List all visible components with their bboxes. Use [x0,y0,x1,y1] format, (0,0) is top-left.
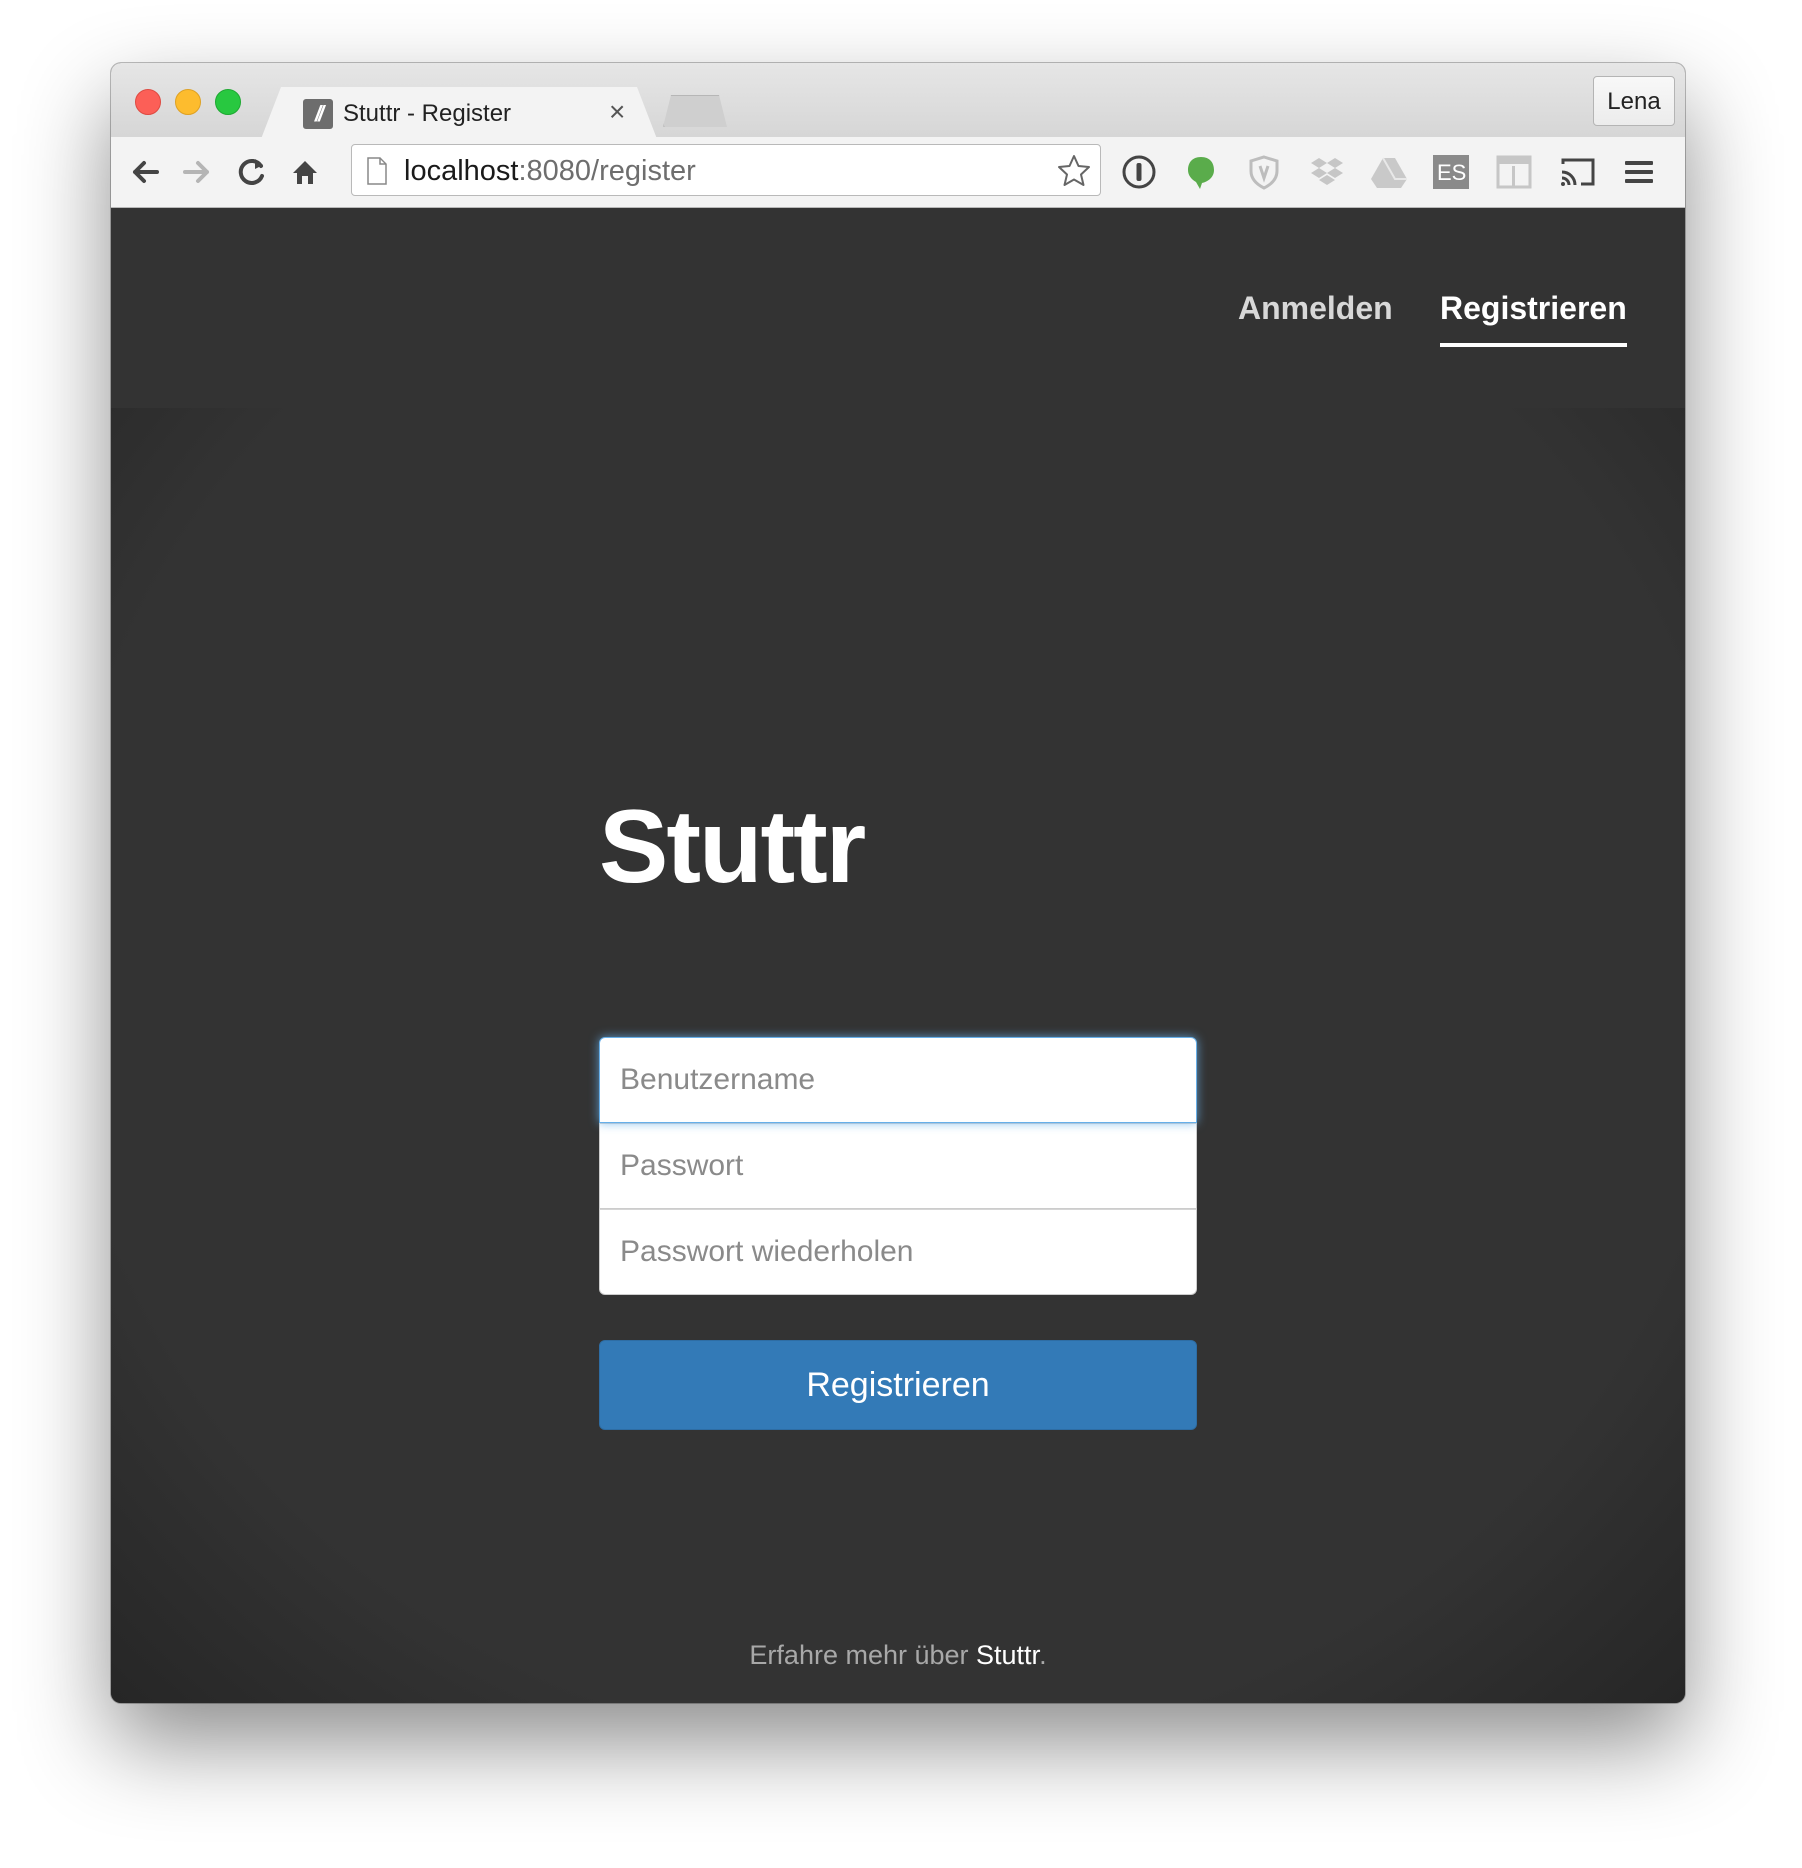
drive-icon[interactable] [1369,152,1409,192]
page-icon [366,157,388,190]
evernote-icon[interactable] [1181,152,1221,192]
minimize-window-button[interactable] [175,89,201,115]
new-tab-button[interactable] [663,95,727,127]
url-text[interactable]: localhost:8080/register [404,155,696,188]
menu-icon[interactable] [1619,152,1659,192]
footer-suffix: . [1039,1640,1047,1670]
footer-prefix: Erfahre mehr über [749,1640,977,1670]
reload-icon[interactable] [231,152,271,192]
zoom-window-button[interactable] [215,89,241,115]
star-icon[interactable] [1056,153,1092,194]
browser-toolbar: localhost:8080/register ES [111,137,1685,208]
page-content: Anmelden Registrieren Stuttr Registriere… [111,208,1685,1703]
nav-register-link[interactable]: Registrieren [1440,290,1627,347]
password-repeat-input[interactable] [599,1209,1197,1295]
home-icon[interactable] [285,152,325,192]
es-icon[interactable]: ES [1431,152,1471,192]
nav-login-link[interactable]: Anmelden [1238,290,1393,327]
tab-favicon-icon: // [303,99,333,129]
browser-window: // Stuttr - Register × Lena localhost:80… [111,63,1685,1703]
address-bar[interactable]: localhost:8080/register [351,144,1101,196]
back-arrow-icon[interactable] [125,152,165,192]
shield-icon[interactable] [1244,152,1284,192]
forward-arrow-icon[interactable] [177,152,217,192]
profile-button[interactable]: Lena [1593,76,1675,126]
close-window-button[interactable] [135,89,161,115]
username-input[interactable] [599,1037,1197,1123]
title-bar: // Stuttr - Register × Lena [111,63,1685,139]
register-form [599,1037,1197,1295]
url-host: localhost [404,155,519,187]
brand-heading: Stuttr [599,789,866,905]
footer-text: Erfahre mehr über Stuttr. [111,1640,1685,1671]
password-input[interactable] [599,1123,1197,1209]
1password-icon[interactable] [1119,152,1159,192]
es-label: ES [1437,160,1467,185]
cast-icon[interactable] [1557,152,1597,192]
site-header: Anmelden Registrieren [111,208,1685,408]
layout-icon[interactable] [1494,152,1534,192]
footer-stuttr-link[interactable]: Stuttr [976,1640,1039,1670]
tab-title: Stuttr - Register [343,100,512,127]
register-button[interactable]: Registrieren [599,1340,1197,1430]
dropbox-icon[interactable] [1307,152,1347,192]
browser-tab-active[interactable]: // Stuttr - Register × [261,87,657,139]
url-path: :8080/register [518,155,696,187]
tab-close-icon[interactable]: × [609,96,625,128]
